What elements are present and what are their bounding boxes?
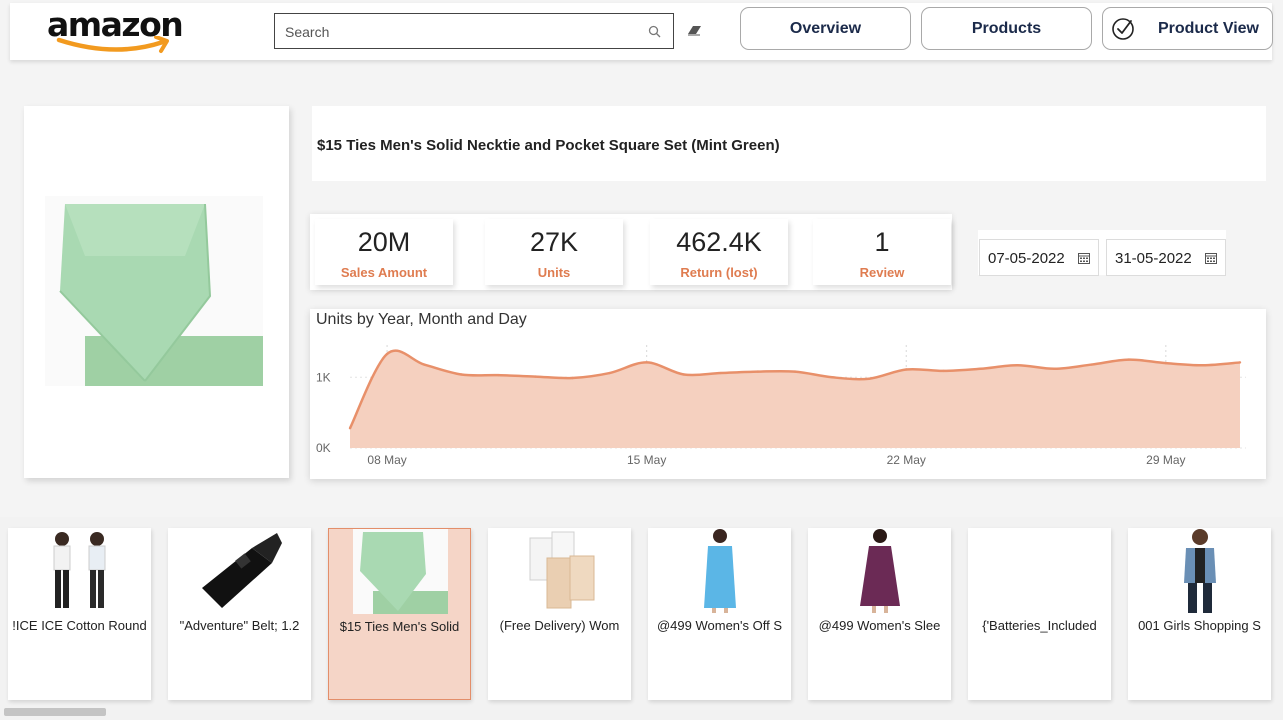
product-card-label: @499 Women's Off S <box>656 618 783 633</box>
kpi-card-units: 27K Units <box>485 219 623 285</box>
product-image-belt <box>202 533 282 608</box>
start-date-input[interactable]: 07-05-2022 <box>979 239 1099 276</box>
units-data-point[interactable] <box>1053 367 1056 370</box>
units-area-chart[interactable]: 0K 1K 08 May 15 May 22 May 29 May <box>310 309 1266 479</box>
product-card-label: $15 Ties Men's Solid <box>339 619 460 634</box>
y-tick-label: 0K <box>316 441 331 455</box>
product-image-panel <box>24 106 289 478</box>
product-image-blue-dress <box>704 529 736 613</box>
overview-nav-button[interactable]: Overview <box>740 7 911 50</box>
product-card-label: @499 Women's Slee <box>818 618 941 633</box>
units-data-point[interactable] <box>422 363 426 366</box>
units-data-point[interactable] <box>534 375 537 378</box>
product-card-label: !ICE ICE Cotton Round <box>12 618 147 633</box>
kpi-value: 462.4K <box>676 227 762 257</box>
product-card-label: "Adventure" Belt; 1.2 <box>179 618 300 633</box>
products-nav-button[interactable]: Products <box>921 7 1092 50</box>
product-view-nav-label: Product View <box>1157 19 1259 37</box>
units-data-point[interactable] <box>460 373 463 376</box>
product-card-15-ties[interactable]: $15 Ties Men's Solid <box>328 528 471 700</box>
x-tick-label: 08 May <box>367 453 406 467</box>
kpi-label: Return (lost) <box>680 265 758 280</box>
units-data-point[interactable] <box>942 369 945 373</box>
product-image-denim-vest <box>1184 529 1216 613</box>
product-card-499-off-shoulder[interactable]: @499 Women's Off S <box>648 528 791 700</box>
product-card-label: {'Batteries_Included <box>982 618 1097 633</box>
amazon-logo: amazon <box>47 8 184 53</box>
units-data-point[interactable] <box>756 370 760 373</box>
units-data-point[interactable] <box>1164 361 1168 365</box>
units-data-point[interactable] <box>830 376 834 379</box>
units-area-fill <box>350 350 1240 448</box>
product-image-tie <box>353 529 448 614</box>
y-tick-label: 1K <box>316 370 331 384</box>
search-input[interactable]: Search <box>274 13 674 49</box>
calendar-icon[interactable] <box>1205 252 1217 264</box>
units-data-point[interactable] <box>719 371 723 375</box>
units-data-point[interactable] <box>385 352 389 356</box>
end-date-input[interactable]: 31-05-2022 <box>1106 239 1226 276</box>
kpi-value: 20M <box>357 227 411 257</box>
product-title-panel: $15 Ties Men's Solid Necktie and Pocket … <box>312 106 1266 181</box>
units-data-point[interactable] <box>1201 364 1205 367</box>
kpi-card-return-lost: 462.4K Return (lost) <box>650 219 788 285</box>
kpi-label: Sales Amount <box>340 265 428 280</box>
product-card-label: 001 Girls Shopping S <box>1138 618 1261 633</box>
product-card-499-sleeveless[interactable]: @499 Women's Slee <box>808 528 951 700</box>
products-nav-label: Products <box>971 19 1042 37</box>
units-data-point[interactable] <box>571 376 574 380</box>
units-data-point[interactable] <box>348 427 352 430</box>
kpi-label: Units <box>537 265 571 280</box>
x-tick-label: 22 May <box>887 453 926 467</box>
units-data-point[interactable] <box>867 377 871 380</box>
units-data-point[interactable] <box>1016 364 1019 367</box>
logo-smile-icon <box>56 36 169 53</box>
units-data-point[interactable] <box>645 361 648 364</box>
units-data-point[interactable] <box>1127 358 1130 361</box>
product-image-bra-extenders <box>529 531 595 609</box>
units-data-point[interactable] <box>1238 361 1242 364</box>
product-image-kids <box>53 532 106 608</box>
x-tick-label: 29 May <box>1146 453 1185 467</box>
horizontal-scrollbar[interactable] <box>4 708 106 716</box>
overview-nav-label: Overview <box>789 19 862 37</box>
search-icon[interactable] <box>648 25 661 38</box>
product-view-nav-button[interactable]: Product View <box>1102 7 1273 50</box>
product-card-adventure-belt[interactable]: "Adventure" Belt; 1.2 <box>168 528 311 700</box>
eraser-icon[interactable] <box>687 24 703 36</box>
product-card-ice-ice[interactable]: !ICE ICE Cotton Round <box>8 528 151 700</box>
product-title: $15 Ties Men's Solid Necktie and Pocket … <box>317 137 780 154</box>
kpi-card-review: 1 Review <box>813 219 951 285</box>
units-data-point[interactable] <box>979 367 982 370</box>
kpi-value: 1 <box>874 227 890 257</box>
necktie-image <box>45 196 263 386</box>
calendar-icon[interactable] <box>1078 252 1090 264</box>
x-tick-label: 15 May <box>627 453 666 467</box>
kpi-value: 27K <box>529 227 579 257</box>
units-data-point[interactable] <box>905 368 908 371</box>
units-data-point[interactable] <box>608 371 611 375</box>
units-data-point[interactable] <box>1090 363 1093 366</box>
units-data-point[interactable] <box>682 373 685 376</box>
product-card-label: (Free Delivery) Wom <box>499 618 620 633</box>
kpi-card-sales-amount: 20M Sales Amount <box>315 219 453 285</box>
search-placeholder: Search <box>285 24 330 40</box>
kpi-label: Review <box>859 265 905 280</box>
end-date-value: 31-05-2022 <box>1115 250 1192 267</box>
product-card-001-girls[interactable]: 001 Girls Shopping S <box>1128 528 1271 700</box>
product-card-free-delivery[interactable]: (Free Delivery) Wom <box>488 528 631 700</box>
units-data-point[interactable] <box>793 370 797 373</box>
units-chart-panel: Units by Year, Month and Day 0K 1K 08 May 1… <box>310 309 1266 479</box>
product-card-batteries-included[interactable]: {'Batteries_Included <box>968 528 1111 700</box>
start-date-value: 07-05-2022 <box>988 250 1065 267</box>
units-data-point[interactable] <box>497 373 500 377</box>
check-circle-icon <box>1112 18 1134 40</box>
product-image-purple-dress <box>860 529 900 613</box>
